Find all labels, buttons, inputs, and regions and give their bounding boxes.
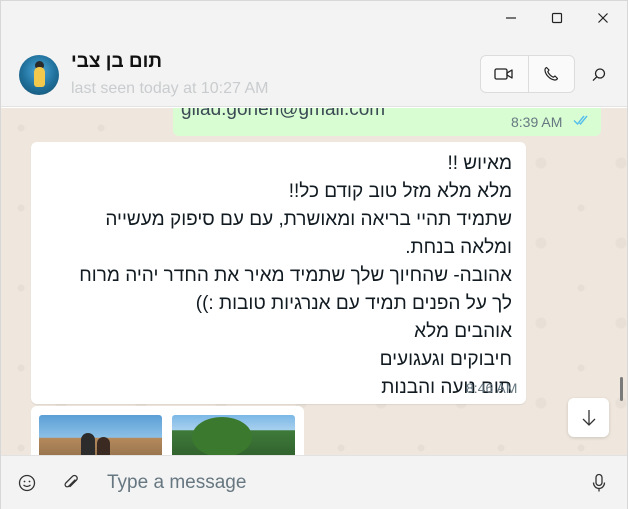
image-message[interactable]	[31, 406, 304, 455]
photo-thumbnail[interactable]	[172, 415, 295, 455]
incoming-message[interactable]: מאיוש !! מלא מלא מזל טוב קודם כל!! שתמיד…	[31, 142, 526, 404]
message-line: שתמיד תהיי בריאה ומאושרת, עם עם סיפוק מע…	[105, 209, 512, 230]
message-line: תום נועה והבנות	[381, 377, 512, 398]
voice-call-button[interactable]	[527, 56, 575, 92]
call-button-group	[480, 55, 575, 93]
scrollbar-thumb[interactable]	[620, 377, 623, 401]
message-line: מלא מלא מזל טוב קודם כל!!	[288, 181, 512, 202]
message-composer	[1, 455, 627, 509]
voice-call-icon	[544, 66, 559, 81]
outgoing-message[interactable]: gilad.gonen@gmail.com 8:39 AM	[173, 108, 601, 136]
attach-button[interactable]	[58, 470, 84, 496]
minimize-button[interactable]	[488, 1, 534, 35]
read-ticks-icon	[573, 115, 588, 126]
close-icon	[598, 13, 608, 23]
search-icon	[592, 68, 606, 82]
message-input[interactable]	[107, 468, 567, 498]
maximize-button[interactable]	[534, 1, 580, 35]
voice-message-button[interactable]	[586, 470, 612, 496]
minimize-icon	[506, 17, 516, 19]
message-line: ומלאה בנחת.	[405, 237, 512, 258]
photo-person-shape	[97, 437, 110, 455]
chat-header[interactable]: תום בן צבי last seen today at 10:27 AM	[1, 35, 627, 107]
photo-thumbnail[interactable]	[39, 415, 162, 455]
video-call-icon	[494, 68, 513, 80]
whatsapp-window: תום בן צבי last seen today at 10:27 AM g…	[0, 0, 628, 509]
message-line: אהובה- שהחיוך שלך שתמיד מאיר את החדר יהי…	[79, 265, 512, 286]
paperclip-icon	[64, 474, 78, 488]
contact-avatar[interactable]	[19, 55, 59, 95]
message-time: 8:46 AM	[466, 380, 518, 396]
last-seen-status: last seen today at 10:27 AM	[71, 80, 269, 97]
message-line: חיבוקים וגעגועים	[379, 349, 512, 370]
close-button[interactable]	[580, 1, 626, 35]
message-text: מאיוש !! מלא מלא מזל טוב קודם כל!! שתמיד…	[42, 150, 512, 402]
message-line: אוהבים מלא	[414, 321, 512, 342]
search-button[interactable]	[585, 61, 613, 89]
photo-tree-shape	[192, 417, 252, 455]
photo-person-shape	[81, 433, 95, 455]
contact-name[interactable]: תום בן צבי	[71, 51, 162, 73]
microphone-icon	[592, 473, 606, 492]
title-bar	[1, 1, 627, 35]
message-line: לך על הפנים תמיד עם אנרגיות טובות :))	[195, 293, 512, 314]
message-text: gilad.gonen@gmail.com	[181, 108, 386, 120]
arrow-down-icon	[582, 409, 595, 426]
avatar-figure-shape	[34, 67, 45, 87]
scroll-to-bottom-button[interactable]	[568, 398, 609, 437]
video-call-button[interactable]	[481, 56, 528, 92]
emoji-button[interactable]	[14, 470, 40, 496]
maximize-icon	[551, 12, 563, 24]
message-time: 8:39 AM	[511, 114, 563, 130]
chat-area[interactable]: gilad.gonen@gmail.com 8:39 AM מאיוש !! מ…	[1, 108, 627, 455]
emoji-icon	[18, 474, 36, 492]
message-line: מאיוש !!	[447, 153, 512, 174]
